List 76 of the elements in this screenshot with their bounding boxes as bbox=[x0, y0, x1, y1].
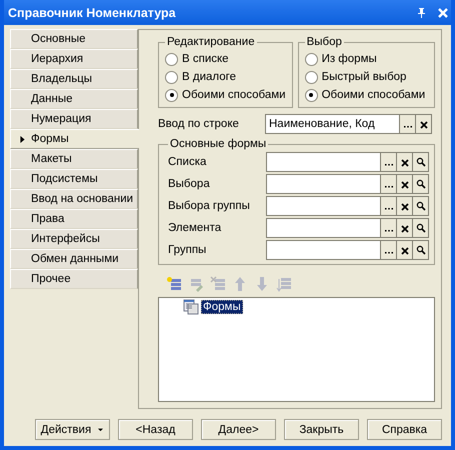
radio-button[interactable]: В списке bbox=[165, 50, 286, 68]
tree-item[interactable]: Формы bbox=[201, 300, 243, 314]
input-field[interactable] bbox=[266, 152, 381, 172]
group-title: Основные формы bbox=[169, 138, 268, 150]
open-button[interactable] bbox=[413, 152, 429, 172]
input-field[interactable]: Наименование, Код bbox=[265, 114, 400, 134]
select-button[interactable] bbox=[381, 240, 397, 260]
magnifier-icon bbox=[416, 157, 426, 167]
arrow-icon bbox=[19, 135, 26, 144]
select-button[interactable] bbox=[381, 196, 397, 216]
tab[interactable]: Нумерация bbox=[10, 109, 138, 129]
tab[interactable]: Подсистемы bbox=[10, 169, 138, 189]
select-button[interactable] bbox=[381, 218, 397, 238]
radio-button[interactable]: Обоими способами bbox=[165, 86, 286, 104]
clear-icon bbox=[400, 201, 410, 211]
dialog-button[interactable]: Закрыть bbox=[284, 419, 359, 440]
input-field[interactable] bbox=[266, 174, 381, 194]
dialog-button[interactable]: <Назад bbox=[118, 419, 193, 440]
group-title: Выбор bbox=[306, 36, 343, 48]
magnifier-icon bbox=[416, 179, 426, 189]
tab[interactable]: Интерфейсы bbox=[10, 229, 138, 249]
open-button[interactable] bbox=[413, 196, 429, 216]
input-field[interactable] bbox=[266, 240, 381, 260]
field-label: Элемента bbox=[168, 222, 222, 234]
form-icon bbox=[183, 299, 199, 315]
field-label: Группы bbox=[168, 244, 208, 256]
tab[interactable]: Владельцы bbox=[10, 69, 138, 89]
clear-icon bbox=[400, 245, 410, 255]
dialog-button[interactable]: Справка bbox=[367, 419, 442, 440]
radio-button[interactable]: Обоими способами bbox=[304, 86, 428, 104]
radio-button[interactable]: Из формы bbox=[304, 50, 428, 68]
radio-button[interactable]: В диалоге bbox=[165, 68, 286, 86]
open-button[interactable] bbox=[413, 240, 429, 260]
magnifier-icon bbox=[416, 201, 426, 211]
tab[interactable]: Основные bbox=[10, 29, 138, 49]
magnifier-icon bbox=[416, 245, 426, 255]
input-field[interactable] bbox=[266, 196, 381, 216]
field-label: Выбора bbox=[168, 178, 211, 190]
clear-icon bbox=[400, 223, 410, 233]
clear-icon bbox=[400, 179, 410, 189]
caret-icon bbox=[97, 427, 104, 432]
magnifier-icon bbox=[416, 223, 426, 233]
tab[interactable]: Обмен данными bbox=[10, 249, 138, 269]
open-button[interactable] bbox=[413, 174, 429, 194]
close-icon[interactable] bbox=[437, 6, 449, 18]
select-button[interactable] bbox=[381, 152, 397, 172]
clear-button[interactable] bbox=[416, 114, 432, 134]
group-title: Редактирование bbox=[166, 36, 256, 48]
open-button[interactable] bbox=[413, 218, 429, 238]
clear-button[interactable] bbox=[397, 196, 413, 216]
tab[interactable]: Права bbox=[10, 209, 138, 229]
clear-button[interactable] bbox=[397, 152, 413, 172]
actions-menu-button[interactable]: Действия bbox=[35, 419, 110, 440]
clear-icon bbox=[418, 119, 428, 129]
pin-icon[interactable] bbox=[415, 6, 427, 18]
tab[interactable]: Данные bbox=[10, 89, 138, 109]
tab[interactable]: Иерархия bbox=[10, 49, 138, 69]
clear-button[interactable] bbox=[397, 174, 413, 194]
tab[interactable]: Прочее bbox=[10, 269, 138, 289]
radio-button[interactable]: Быстрый выбор bbox=[304, 68, 428, 86]
tab[interactable]: Ввод на основании bbox=[10, 189, 138, 209]
add-row-icon[interactable] bbox=[166, 276, 182, 292]
tab[interactable]: Макеты bbox=[10, 149, 138, 169]
clear-button[interactable] bbox=[397, 240, 413, 260]
field-label: Списка bbox=[168, 156, 208, 168]
dialog-button[interactable]: Далее> bbox=[201, 419, 276, 440]
window-title: Справочник Номенклатура bbox=[8, 6, 177, 20]
tree-view[interactable]: Формы bbox=[158, 297, 435, 402]
tab[interactable]: Формы bbox=[10, 129, 139, 149]
select-button[interactable] bbox=[381, 174, 397, 194]
field-label: Ввод по строке bbox=[158, 118, 240, 130]
field-label: Выбора группы bbox=[168, 200, 251, 212]
clear-icon bbox=[400, 157, 410, 167]
select-button[interactable] bbox=[400, 114, 416, 134]
clear-button[interactable] bbox=[397, 218, 413, 238]
input-field[interactable] bbox=[266, 218, 381, 238]
